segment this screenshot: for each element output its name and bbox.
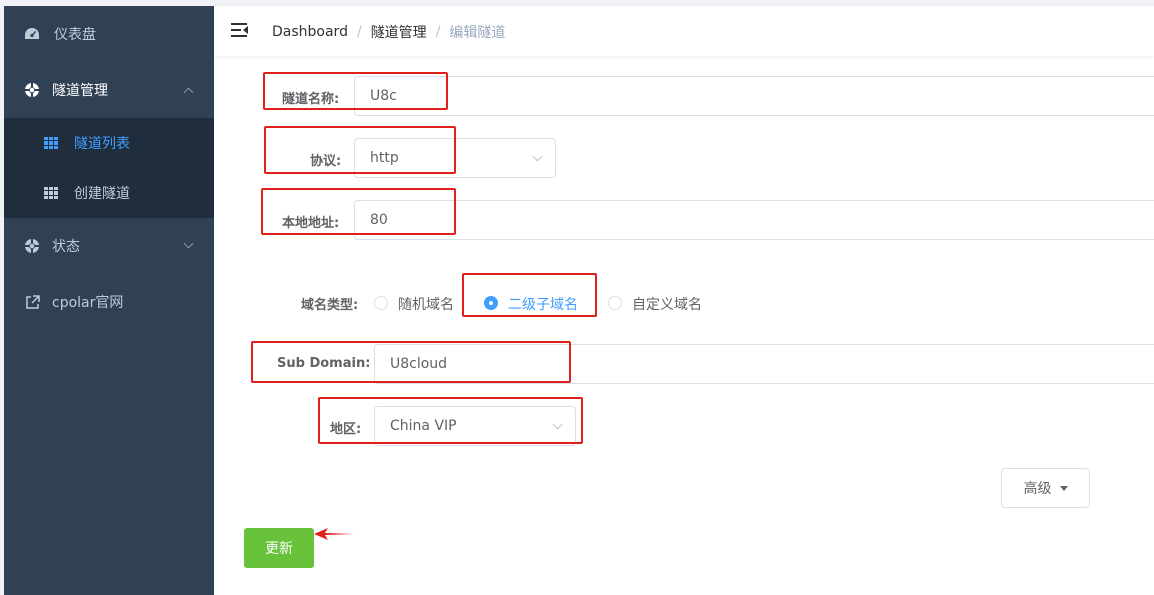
sidebar-item-tunnel-management[interactable]: 隧道管理 (4, 62, 214, 118)
top-header: Dashboard / 隧道管理 / 编辑隧道 (214, 6, 1154, 56)
sidebar-item-cpolar-site[interactable]: cpolar官网 (4, 274, 214, 330)
local-address-input[interactable]: 80 (354, 200, 1154, 240)
protocol-value: http (370, 150, 399, 166)
sidebar-item-label: 状态 (52, 239, 80, 255)
update-button-label: 更新 (265, 541, 293, 557)
external-link-icon (24, 294, 40, 310)
table-icon (44, 187, 58, 199)
local-address-label: 本地地址: (282, 216, 340, 231)
tunnel-name-input[interactable]: U8c (354, 76, 1154, 116)
protocol-select[interactable]: http (354, 138, 556, 178)
lifebuoy-icon (24, 82, 40, 98)
tunnel-name-label: 隧道名称: (282, 92, 340, 107)
caret-down-icon (1059, 485, 1068, 491)
tunnel-name-value: U8c (370, 88, 397, 104)
sidebar-item-label: cpolar官网 (52, 295, 124, 311)
chevron-up-icon (183, 87, 194, 98)
region-select[interactable]: China VIP (374, 406, 576, 446)
radio-random-domain[interactable] (374, 296, 388, 310)
annotation-arrow-icon (314, 528, 354, 540)
sidebar-item-create-tunnel[interactable]: 创建隧道 (4, 168, 214, 218)
breadcrumb-separator: / (435, 24, 441, 40)
protocol-label: 协议: (310, 154, 342, 169)
sidebar: 仪表盘 隧道管理 隧道列表 创建隧道 状态 cpolar官网 (4, 6, 214, 595)
chevron-down-icon (532, 151, 543, 162)
breadcrumb-home[interactable]: Dashboard (272, 24, 348, 40)
radio-custom-domain-label[interactable]: 自定义域名 (632, 294, 702, 314)
breadcrumb-current: 编辑隧道 (449, 25, 506, 41)
advanced-button[interactable]: 高级 (1001, 468, 1090, 508)
sidebar-item-tunnel-list[interactable]: 隧道列表 (4, 118, 214, 168)
region-label: 地区: (330, 422, 362, 437)
local-address-value: 80 (370, 212, 388, 228)
breadcrumb: Dashboard / 隧道管理 / 编辑隧道 (272, 22, 505, 42)
radio-random-domain-label[interactable]: 随机域名 (398, 294, 454, 314)
sidebar-item-label: 仪表盘 (54, 27, 96, 43)
lifebuoy-icon (24, 238, 40, 254)
radio-custom-domain[interactable] (608, 296, 622, 310)
advanced-button-label: 高级 (1023, 481, 1052, 497)
breadcrumb-separator: / (356, 24, 362, 40)
menu-fold-icon[interactable] (231, 23, 248, 37)
chevron-down-icon (183, 238, 194, 249)
sidebar-item-label: 隧道列表 (74, 136, 130, 152)
tunnel-submenu: 隧道列表 创建隧道 (4, 118, 214, 218)
update-button[interactable]: 更新 (244, 528, 314, 568)
table-icon (44, 137, 58, 149)
subdomain-label: Sub Domain: (277, 356, 371, 371)
dashboard-icon (24, 26, 40, 42)
chevron-down-icon (552, 419, 563, 430)
region-value: China VIP (390, 418, 457, 434)
sidebar-item-status[interactable]: 状态 (4, 218, 214, 274)
subdomain-input[interactable]: U8cloud (374, 344, 1154, 384)
sidebar-item-label: 创建隧道 (74, 186, 130, 202)
radio-subdomain[interactable] (484, 296, 498, 310)
subdomain-value: U8cloud (390, 356, 448, 372)
radio-subdomain-label[interactable]: 二级子域名 (508, 294, 578, 314)
breadcrumb-section[interactable]: 隧道管理 (371, 22, 427, 42)
sidebar-item-dashboard[interactable]: 仪表盘 (4, 6, 214, 62)
app-root: 仪表盘 隧道管理 隧道列表 创建隧道 状态 cpolar官网 Dashboard… (0, 0, 1154, 595)
sidebar-item-label: 隧道管理 (52, 83, 108, 99)
domain-type-label: 域名类型: (301, 298, 359, 313)
